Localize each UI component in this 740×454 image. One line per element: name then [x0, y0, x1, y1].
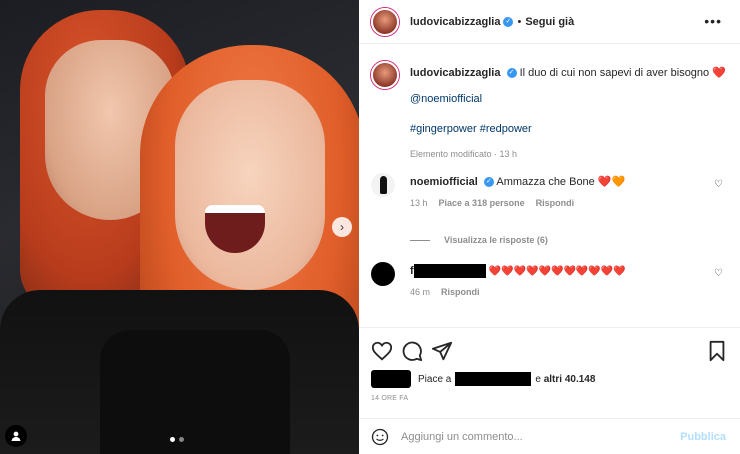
- post-author-username[interactable]: ludovicabizzaglia: [410, 16, 500, 28]
- caption-avatar[interactable]: [371, 61, 399, 89]
- comment-time: 13 h: [410, 198, 428, 208]
- photo-face-right: [175, 80, 325, 290]
- like-comment-icon[interactable]: ♡: [714, 268, 723, 279]
- comment-avatar[interactable]: [371, 173, 395, 197]
- caption-text: Il duo di cui non sapevi di aver bisogno: [519, 67, 710, 79]
- view-replies-label: Visualizza le risposte (6): [444, 235, 548, 245]
- chevron-right-icon: ›: [340, 220, 344, 234]
- reply-button[interactable]: Rispondi: [441, 287, 480, 297]
- comment-text: Ammazza che Bone: [496, 176, 595, 188]
- verified-badge-icon: ✓: [503, 16, 514, 27]
- redacted-liker: [455, 372, 532, 386]
- redacted-avatar: [371, 370, 411, 388]
- comment-username[interactable]: noemiofficial: [410, 176, 478, 188]
- user-icon: [11, 431, 21, 441]
- avatar[interactable]: [371, 7, 399, 36]
- post-header: ludovicabizzaglia ✓ • Segui già •••: [359, 0, 740, 44]
- caption-meta: Elemento modificato · 13 h: [410, 149, 518, 159]
- carousel-indicator: [170, 437, 184, 442]
- caption-hashtags-link[interactable]: #gingerpower #redpower: [410, 123, 532, 135]
- replies-divider: [410, 239, 430, 241]
- more-horizontal-icon[interactable]: •••: [704, 13, 722, 29]
- heart-emoji: ❤️: [712, 67, 726, 79]
- post-timestamp: 14 ORE FA: [371, 395, 409, 402]
- caption-mention-link[interactable]: @noemiofficial: [410, 93, 482, 105]
- share-icon[interactable]: [431, 340, 453, 362]
- likes-joiner: e: [535, 373, 541, 385]
- carousel-next-button[interactable]: ›: [332, 217, 352, 237]
- likes-prefix: Piace a: [418, 373, 452, 385]
- bookmark-icon[interactable]: [706, 340, 728, 362]
- heart-emoji: ❤️🧡: [597, 176, 626, 188]
- verified-badge-icon: ✓: [506, 68, 517, 79]
- comment-time: 46 m: [410, 287, 431, 297]
- like-heart-icon[interactable]: [371, 340, 393, 362]
- emoji-icon[interactable]: [371, 428, 389, 446]
- header-separator: •: [517, 15, 522, 28]
- comment-input[interactable]: [401, 430, 671, 443]
- tagged-users-button[interactable]: [5, 425, 27, 447]
- view-replies-button[interactable]: Visualizza le risposte (6): [410, 235, 548, 245]
- comment-likes-link[interactable]: Piace a 318 persone: [439, 198, 525, 208]
- comment-avatar-redacted[interactable]: [371, 262, 395, 286]
- comment-icon[interactable]: [401, 340, 423, 362]
- redacted-username: [413, 264, 486, 278]
- caption-username[interactable]: ludovicabizzaglia: [410, 67, 500, 79]
- post-likes[interactable]: Piace a e altri 40.148: [371, 370, 595, 388]
- post-photo[interactable]: ›: [0, 0, 359, 454]
- heart-emoji-row: ❤️❤️❤️❤️❤️❤️❤️❤️❤️❤️❤️: [488, 265, 626, 277]
- like-comment-icon[interactable]: ♡: [714, 179, 723, 190]
- post-details-panel: ludovicabizzaglia ✓ • Segui già ••• ludo…: [359, 0, 740, 454]
- add-comment-bar: Pubblica: [359, 418, 740, 454]
- likes-count[interactable]: altri 40.148: [544, 374, 596, 385]
- comments-section[interactable]: ludovicabizzaglia ✓ Il duo di cui non sa…: [359, 45, 740, 327]
- carousel-dot-active: [170, 437, 175, 442]
- carousel-dot: [179, 437, 184, 442]
- publish-button[interactable]: Pubblica: [680, 431, 726, 443]
- reply-button[interactable]: Rispondi: [536, 198, 575, 208]
- verified-badge-icon: ✓: [483, 177, 494, 188]
- following-button[interactable]: Segui già: [525, 16, 574, 28]
- photo-jacket-front: [100, 330, 290, 454]
